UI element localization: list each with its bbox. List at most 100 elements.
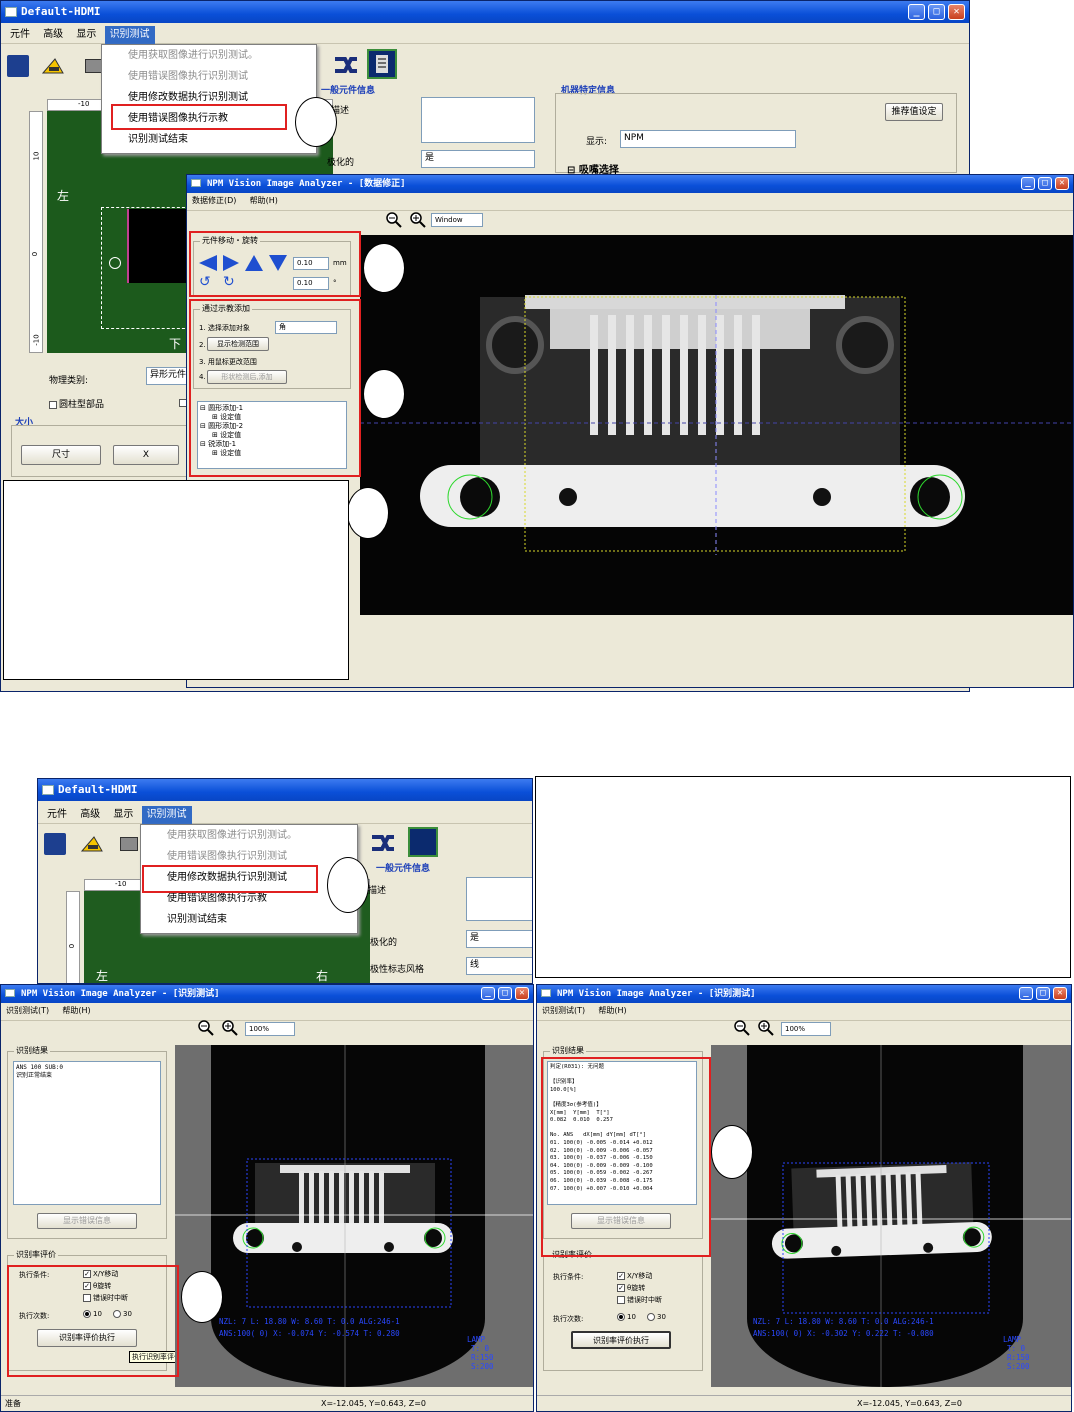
- test-right-count-label: 执行次数:: [553, 1315, 584, 1323]
- test-right-cond-xy[interactable]: ✓ X/Y移动: [617, 1271, 652, 1281]
- test-left-image[interactable]: NZL: 7 L: 18.80 W: 8.60 T: 0.0 ALG:246-1…: [175, 1045, 533, 1387]
- bottom-menu-test-error-image[interactable]: 使用错误图像执行识别测试: [141, 846, 357, 867]
- test-right-result-title: 识别结果: [550, 1045, 586, 1056]
- test-right-count-30[interactable]: 30: [647, 1313, 666, 1321]
- test-window-left: NPM Vision Image Analyzer - [识别测试] _ □ ✕…: [0, 984, 534, 1412]
- menu-recognition-test[interactable]: 识别测试: [104, 26, 155, 44]
- cylinder-checkbox[interactable]: 圆柱型部品: [49, 397, 104, 410]
- maximize-button[interactable]: □: [928, 4, 945, 20]
- analyzer-image[interactable]: [360, 235, 1073, 615]
- test-right-lamp-t: T: 0: [1007, 1344, 1026, 1353]
- bottom-label: 下: [169, 337, 182, 351]
- test-right-cond-theta[interactable]: ✓ θ旋转: [617, 1283, 645, 1293]
- analyzer-close-button[interactable]: ✕: [1055, 177, 1069, 190]
- size-button[interactable]: 尺寸: [21, 445, 101, 465]
- bottom-nozzle-icon[interactable]: [80, 833, 103, 855]
- display-label: 显示:: [586, 137, 608, 147]
- bottom-menu-advanced[interactable]: 高级: [75, 806, 105, 824]
- test-left-zoom-select[interactable]: 100%: [245, 1022, 295, 1036]
- test-right-statusbar: X=-12.045, Y=0.643, Z=0: [537, 1395, 1071, 1411]
- test-left-title-bar: NPM Vision Image Analyzer - [识别测试] _ □ ✕: [1, 985, 533, 1003]
- test-right-exec-button[interactable]: 识别率评价执行: [571, 1331, 671, 1349]
- test-right-count-10-radio[interactable]: [617, 1313, 625, 1321]
- bottom-shuffle-icon[interactable]: [370, 831, 394, 853]
- physical-type-field[interactable]: 异形元件: [146, 367, 190, 385]
- bottom-description-label: 描述: [368, 886, 387, 896]
- zoom-in-icon[interactable]: [409, 211, 427, 229]
- menu-end-test[interactable]: 识别测试结束: [102, 129, 316, 150]
- test-right-cond-theta-text: θ旋转: [627, 1284, 646, 1292]
- test-right-maximize-button[interactable]: □: [1036, 987, 1050, 1000]
- test-left-maximize-button[interactable]: □: [498, 987, 512, 1000]
- analyzer-zoom-select[interactable]: Window: [431, 213, 483, 227]
- display-select[interactable]: NPM: [620, 130, 796, 148]
- menu-component[interactable]: 元件: [5, 26, 35, 44]
- test-right-menu-help[interactable]: 帮助(H): [593, 1003, 631, 1019]
- bottom-polarized-select[interactable]: 是: [466, 930, 532, 948]
- bottom-menu-component[interactable]: 元件: [42, 806, 72, 824]
- test-left-zoom-in-icon[interactable]: [221, 1019, 239, 1037]
- menu-display[interactable]: 显示: [71, 26, 101, 44]
- origin-marker: [109, 257, 121, 269]
- test-right-zoom-out-icon[interactable]: [733, 1019, 751, 1037]
- test-right-cond-xy-check[interactable]: ✓: [617, 1272, 625, 1280]
- close-button[interactable]: ✕: [948, 4, 965, 20]
- test-right-cond-label: 执行条件:: [553, 1273, 584, 1281]
- highlight-modified-data-menu: [142, 865, 318, 893]
- save-icon[interactable]: [7, 55, 29, 77]
- test-right-zoom-select[interactable]: 100%: [781, 1022, 831, 1036]
- bottom-save-icon[interactable]: [44, 833, 66, 855]
- test-right-zoom-in-icon[interactable]: [757, 1019, 775, 1037]
- analyzer-maximize-button[interactable]: □: [1038, 177, 1052, 190]
- bottom-menu-test-captured-image[interactable]: 使用获取图像进行识别测试。: [141, 825, 357, 846]
- bottom-polarity-style-select[interactable]: 线: [466, 957, 532, 975]
- minimize-button[interactable]: _: [908, 4, 925, 20]
- test-right-lamp-r: R:150: [1007, 1353, 1030, 1362]
- test-right-count-30-radio[interactable]: [647, 1313, 655, 1321]
- test-right-app-icon: [541, 989, 551, 997]
- test-left-close-button[interactable]: ✕: [515, 987, 529, 1000]
- test-right-cond-stop[interactable]: 错误时中断: [617, 1295, 662, 1305]
- bottom-description-field[interactable]: [466, 877, 532, 921]
- callout-7: [711, 1125, 753, 1179]
- test-left-minimize-button[interactable]: _: [481, 987, 495, 1000]
- ruler-left-b: 0: [31, 251, 40, 257]
- menu-test-captured-image[interactable]: 使用获取图像进行识别测试。: [102, 45, 316, 66]
- test-right-cond-stop-check[interactable]: [617, 1296, 625, 1304]
- recommend-button[interactable]: 推荐值设定: [885, 103, 943, 121]
- vision-icon[interactable]: [367, 49, 397, 79]
- description-field[interactable]: [421, 97, 535, 143]
- test-right-menu-test[interactable]: 识别测试(T): [537, 1003, 590, 1019]
- test-left-zoom-out-icon[interactable]: [197, 1019, 215, 1037]
- test-right-close-button[interactable]: ✕: [1053, 987, 1067, 1000]
- analyzer-title-bar: NPM Vision Image Analyzer - [数据修正] _ □ ✕: [187, 175, 1073, 193]
- bottom-vision-icon[interactable]: [408, 827, 438, 857]
- x-button[interactable]: X: [113, 445, 179, 465]
- bottom-menubar: 元件 高级 显示 识别测试: [38, 806, 532, 824]
- test-left-menu-help[interactable]: 帮助(H): [57, 1003, 95, 1019]
- test-right-minimize-button[interactable]: _: [1019, 987, 1033, 1000]
- bottom-camera-icon[interactable]: [120, 837, 138, 851]
- test-right-image[interactable]: NZL: 7 L: 18.80 W: 8.60 T: 0.0 ALG:246-1…: [711, 1045, 1071, 1387]
- main-title: Default-HDMI: [21, 5, 101, 18]
- nozzle-icon[interactable]: [41, 55, 64, 77]
- test-left-menu-test[interactable]: 识别测试(T): [1, 1003, 54, 1019]
- bottom-menu-display[interactable]: 显示: [108, 806, 138, 824]
- zoom-out-icon[interactable]: [385, 211, 403, 229]
- polarized-select[interactable]: 是: [421, 150, 535, 168]
- bottom-left-label: 左: [96, 969, 109, 983]
- test-left-show-error-button[interactable]: 显示错误信息: [37, 1213, 137, 1229]
- cylinder-check[interactable]: [49, 400, 57, 409]
- test-left-statusbar: 准备 X=-12.045, Y=0.643, Z=0: [1, 1395, 533, 1411]
- test-right-cond-theta-check[interactable]: ✓: [617, 1284, 625, 1292]
- analyzer-menu-data[interactable]: 数据修正(D): [187, 193, 241, 209]
- menu-advanced[interactable]: 高级: [38, 26, 68, 44]
- shuffle-icon[interactable]: [333, 53, 357, 75]
- menu-test-error-image[interactable]: 使用错误图像执行识别测试: [102, 66, 316, 87]
- bottom-menu-end-test[interactable]: 识别测试结束: [141, 909, 357, 930]
- test-right-count-10[interactable]: 10: [617, 1313, 636, 1321]
- test-left-title: NPM Vision Image Analyzer - [识别测试]: [21, 989, 220, 999]
- bottom-menu-recognition-test[interactable]: 识别测试: [141, 806, 192, 824]
- analyzer-minimize-button[interactable]: _: [1021, 177, 1035, 190]
- analyzer-menu-help[interactable]: 帮助(H): [245, 193, 283, 209]
